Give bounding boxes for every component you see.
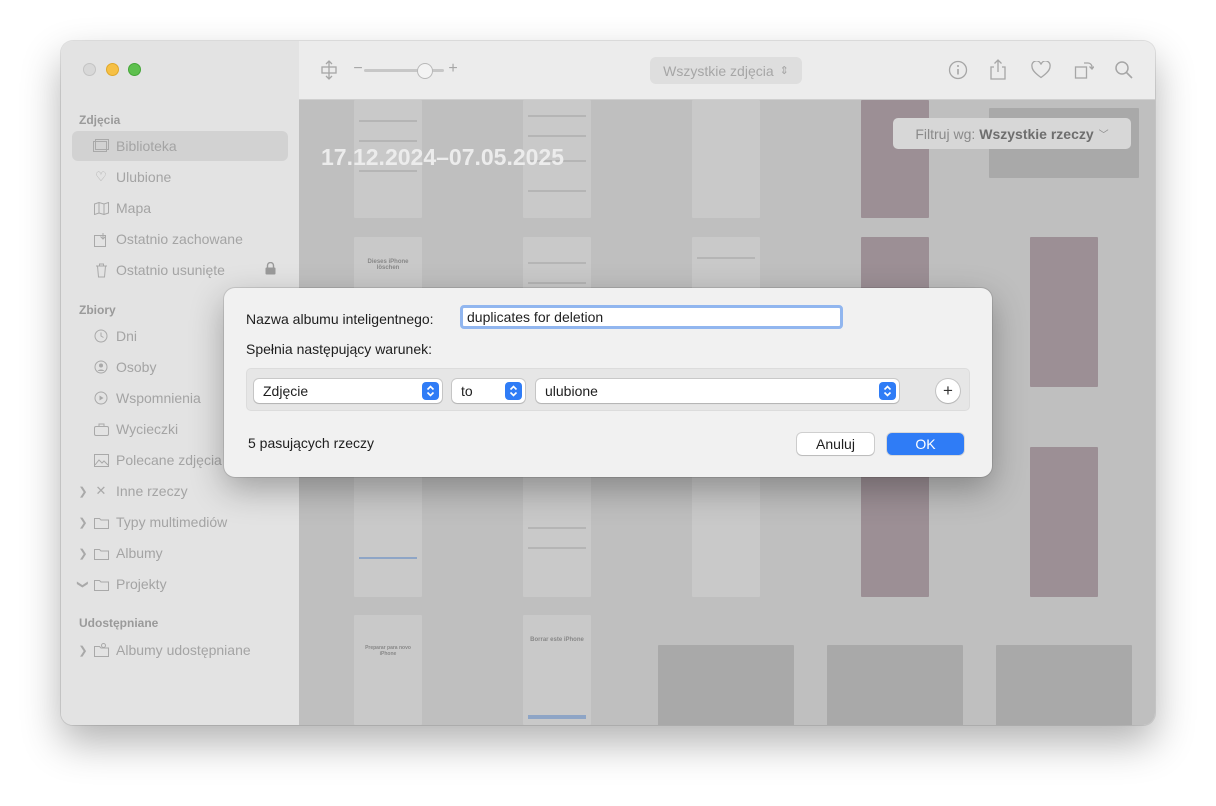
- photo-thumbnail[interactable]: Borrar este iPhone: [523, 615, 591, 725]
- suitcase-icon: [93, 421, 109, 437]
- share-icon[interactable]: [987, 59, 1009, 81]
- rule-operator-select[interactable]: to: [452, 379, 525, 403]
- album-name-label: Nazwa albumu inteligentnego:: [246, 311, 434, 327]
- sidebar-item-label: Albumy udostępniane: [116, 642, 251, 658]
- ok-button[interactable]: OK: [887, 433, 964, 455]
- match-count: 5 pasujących rzeczy: [248, 435, 375, 451]
- photo-thumbnail[interactable]: [996, 645, 1132, 725]
- filter-value: Wszystkie rzeczy: [979, 125, 1094, 142]
- smart-album-dialog: Nazwa albumu inteligentnego: Spełnia nas…: [224, 288, 992, 477]
- zoom-in-button[interactable]: +: [442, 58, 464, 80]
- heart-icon[interactable]: [1030, 59, 1052, 81]
- sidebar-item-recently-saved[interactable]: Ostatnio zachowane: [72, 224, 288, 254]
- clock-icon: [93, 328, 109, 344]
- chevron-right-icon[interactable]: ❯: [78, 516, 88, 529]
- shared-album-icon: [93, 642, 109, 658]
- sidebar-item-label: Osoby: [116, 359, 157, 375]
- rotate-icon[interactable]: [1073, 59, 1095, 81]
- sidebar-item-label: Ulubione: [116, 169, 172, 185]
- add-rule-button[interactable]: +: [936, 379, 960, 403]
- rule-row: Zdjęcie to ulubione +: [246, 368, 970, 411]
- sidebar-item-label: Inne rzeczy: [116, 483, 188, 499]
- sidebar-item-label: Typy multimediów: [116, 514, 228, 530]
- toolbar: − + Wszystkie zdjęcia ⇕: [299, 41, 1155, 100]
- thumbnail-title: Dieses iPhone löschen: [367, 259, 409, 271]
- chevron-down-icon: ﹀: [1098, 130, 1109, 141]
- photo-thumbnail[interactable]: Preparar para novo iPhone: [354, 615, 422, 725]
- sidebar-item-label: Wycieczki: [116, 421, 179, 437]
- sidebar-item-shared-albums[interactable]: ❯ Albumy udostępniane: [72, 635, 288, 665]
- up-down-chevron-icon: [422, 382, 439, 400]
- rule-field-select[interactable]: Zdjęcie: [254, 379, 442, 403]
- rule-value-value: ulubione: [545, 383, 598, 399]
- photo-thumbnail[interactable]: [658, 645, 794, 725]
- view-selector[interactable]: Wszystkie zdjęcia ⇕: [650, 57, 802, 84]
- close-window-button[interactable]: [83, 63, 96, 76]
- recently-saved-icon: [93, 231, 109, 247]
- sidebar-section-photos: Zdjęcia: [79, 113, 121, 127]
- chevron-right-icon[interactable]: ❯: [78, 547, 88, 560]
- sidebar-section-shared: Udostępniane: [79, 616, 159, 630]
- minimize-window-button[interactable]: [106, 63, 119, 76]
- photo-thumbnail[interactable]: [1030, 237, 1098, 387]
- up-down-chevron-icon: [505, 382, 522, 400]
- sidebar-item-map[interactable]: Mapa: [72, 193, 288, 223]
- rule-field-value: Zdjęcie: [263, 383, 309, 399]
- photo-library-icon: [93, 138, 109, 154]
- sidebar-item-library[interactable]: Biblioteka: [72, 131, 288, 161]
- chevron-right-icon[interactable]: ❯: [78, 644, 88, 657]
- sidebar-item-label: Wspomnienia: [116, 390, 201, 406]
- filter-button[interactable]: Filtruj wg: Wszystkie rzeczy ﹀: [893, 118, 1131, 149]
- search-icon[interactable]: [1113, 59, 1135, 81]
- photo-thumbnail[interactable]: [827, 645, 963, 725]
- zoom-slider-knob[interactable]: [417, 63, 433, 79]
- sidebar-item-label: Mapa: [116, 200, 152, 216]
- sidebar-item-label: Biblioteka: [116, 138, 177, 154]
- sidebar-item-albums[interactable]: ❯ Albumy: [72, 538, 288, 568]
- sidebar-item-label: Ostatnio usunięte: [116, 262, 225, 278]
- up-down-chevron-icon: [879, 382, 896, 400]
- featured-photos-icon: [93, 452, 109, 468]
- view-selector-label: Wszystkie zdjęcia: [663, 62, 774, 79]
- sidebar-item-media-types[interactable]: ❯ Typy multimediów: [72, 507, 288, 537]
- heart-icon: ♡: [95, 169, 107, 184]
- zoom-window-button[interactable]: [128, 63, 141, 76]
- condition-label: Spełnia następujący warunek:: [246, 341, 433, 357]
- folder-icon: [93, 545, 109, 561]
- sidebar-item-other-things[interactable]: ❯ ✕ Inne rzeczy: [72, 476, 288, 506]
- sidebar-item-recently-deleted[interactable]: Ostatnio usunięte: [72, 255, 288, 285]
- map-icon: [93, 200, 109, 216]
- chevron-right-icon[interactable]: ❯: [78, 485, 88, 498]
- sidebar-item-label: Albumy: [116, 545, 163, 561]
- chevron-down-icon[interactable]: ❯: [77, 579, 90, 589]
- folder-icon: [93, 514, 109, 530]
- photo-thumbnail[interactable]: [1030, 447, 1098, 597]
- photo-thumbnail[interactable]: [692, 100, 760, 218]
- rule-value-select[interactable]: ulubione: [536, 379, 899, 403]
- sidebar-item-label: Ostatnio zachowane: [116, 231, 243, 247]
- person-icon: [93, 359, 109, 375]
- date-range-title: 17.12.2024–07.05.2025: [321, 144, 565, 170]
- rule-operator-value: to: [461, 383, 473, 399]
- tools-icon: ✕: [95, 483, 107, 498]
- trash-icon: [93, 262, 109, 278]
- sidebar-item-label: Polecane zdjęcia: [116, 452, 222, 468]
- sidebar-section-collections: Zbiory: [79, 303, 116, 317]
- sidebar-item-favorites[interactable]: ♡ Ulubione: [72, 162, 288, 192]
- memories-icon: [93, 390, 109, 406]
- lock-icon: [265, 261, 276, 278]
- up-down-chevron-icon: ⇕: [779, 65, 789, 77]
- thumbnail-title: Borrar este iPhone: [530, 637, 584, 643]
- sidebar-item-projects[interactable]: ❯ Projekty: [72, 569, 288, 599]
- filter-prefix: Filtruj wg:: [915, 125, 976, 142]
- thumbnail-title: Preparar para novo iPhone: [365, 645, 411, 657]
- album-name-input[interactable]: [460, 305, 843, 329]
- cancel-button[interactable]: Anuluj: [797, 433, 874, 455]
- sidebar-item-label: Dni: [116, 328, 138, 344]
- folder-icon: [93, 576, 109, 592]
- aspect-toggle-icon[interactable]: [318, 59, 340, 81]
- sidebar-item-label: Projekty: [116, 576, 167, 592]
- info-icon[interactable]: [947, 59, 969, 81]
